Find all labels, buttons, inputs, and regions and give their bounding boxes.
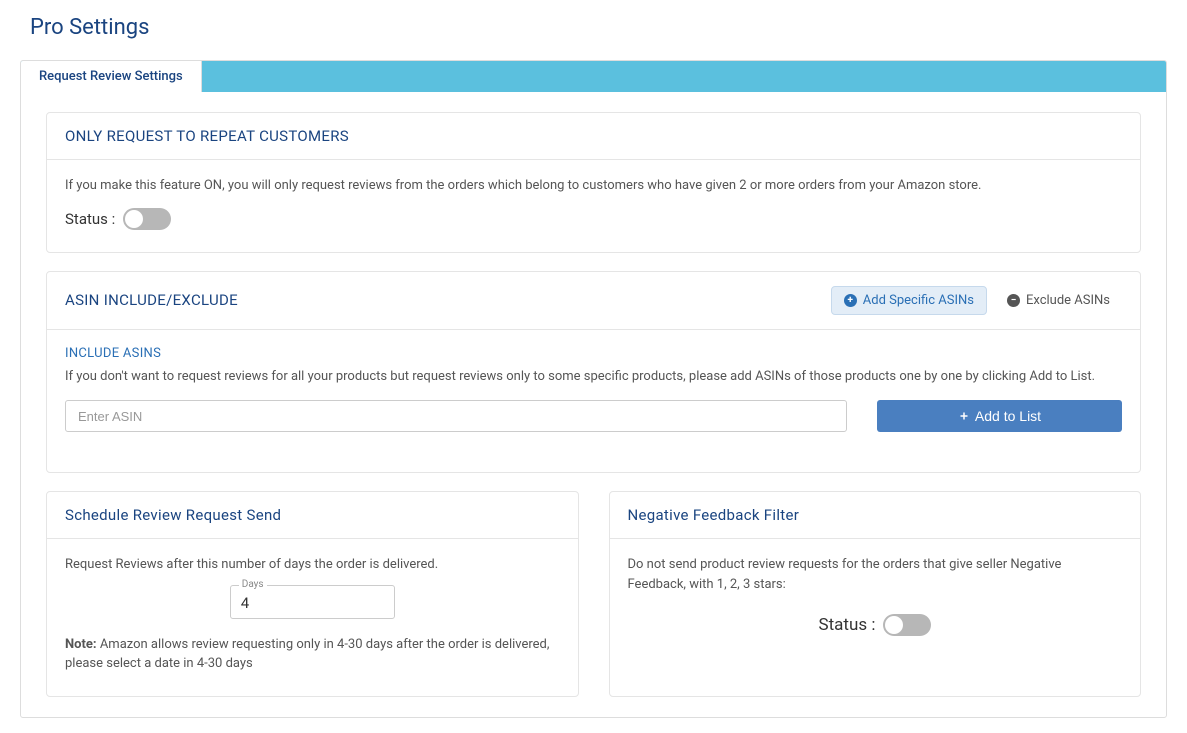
- plus-icon: [958, 410, 970, 422]
- card-body: If you make this feature ON, you will on…: [47, 160, 1140, 252]
- tab-bar: Request Review Settings: [21, 61, 1166, 92]
- schedule-note: Note: Amazon allows review requesting on…: [65, 635, 560, 674]
- negative-feedback-card: Negative Feedback Filter Do not send pro…: [609, 491, 1142, 697]
- tab-request-review[interactable]: Request Review Settings: [21, 61, 202, 92]
- asin-card: ASIN INCLUDE/EXCLUDE + Add Specific ASIN…: [46, 271, 1141, 474]
- page-title: Pro Settings: [20, 15, 1167, 40]
- card-header: Schedule Review Request Send: [47, 492, 578, 539]
- negative-description: Do not send product review requests for …: [628, 555, 1123, 594]
- status-label: Status :: [65, 210, 115, 228]
- asin-input[interactable]: [65, 400, 847, 432]
- include-asins-heading: INCLUDE ASINS: [65, 346, 1122, 361]
- repeat-customers-card: ONLY REQUEST TO REPEAT CUSTOMERS If you …: [46, 112, 1141, 253]
- negative-feedback-toggle[interactable]: [883, 614, 931, 636]
- note-prefix: Note:: [65, 637, 97, 652]
- repeat-customers-description: If you make this feature ON, you will on…: [65, 176, 1122, 196]
- repeat-customers-title: ONLY REQUEST TO REPEAT CUSTOMERS: [65, 127, 349, 145]
- status-row: Status :: [65, 208, 1122, 230]
- days-field-value: 4: [241, 590, 384, 612]
- negative-title: Negative Feedback Filter: [628, 506, 800, 524]
- negative-status-row: Status :: [628, 614, 1123, 636]
- exclude-asins-button[interactable]: − Exclude ASINs: [995, 287, 1122, 314]
- add-specific-asins-label: Add Specific ASINs: [863, 293, 974, 308]
- card-header: Negative Feedback Filter: [610, 492, 1141, 539]
- schedule-description: Request Reviews after this number of day…: [65, 555, 560, 575]
- add-specific-asins-button[interactable]: + Add Specific ASINs: [831, 286, 987, 315]
- card-body: INCLUDE ASINS If you don't want to reque…: [47, 330, 1140, 473]
- card-body: Request Reviews after this number of day…: [47, 539, 578, 696]
- plus-circle-icon: +: [844, 294, 857, 307]
- card-header: ASIN INCLUDE/EXCLUDE + Add Specific ASIN…: [47, 272, 1140, 330]
- add-to-list-button[interactable]: Add to List: [877, 400, 1122, 432]
- days-field[interactable]: Days 4: [230, 585, 395, 619]
- asin-toggle-group: + Add Specific ASINs − Exclude ASINs: [831, 286, 1122, 315]
- days-field-label: Days: [239, 579, 267, 590]
- schedule-card: Schedule Review Request Send Request Rev…: [46, 491, 579, 697]
- add-to-list-label: Add to List: [975, 408, 1041, 424]
- exclude-asins-label: Exclude ASINs: [1026, 293, 1110, 308]
- panel-content: ONLY REQUEST TO REPEAT CUSTOMERS If you …: [21, 92, 1166, 717]
- schedule-title: Schedule Review Request Send: [65, 506, 281, 524]
- repeat-customers-toggle[interactable]: [123, 208, 171, 230]
- main-panel: Request Review Settings ONLY REQUEST TO …: [20, 60, 1167, 718]
- asin-title: ASIN INCLUDE/EXCLUDE: [65, 291, 238, 309]
- card-body: Do not send product review requests for …: [610, 539, 1141, 658]
- note-body: Amazon allows review requesting only in …: [65, 637, 549, 672]
- status-label: Status :: [819, 615, 876, 635]
- two-col-row: Schedule Review Request Send Request Rev…: [46, 491, 1141, 697]
- include-asins-description: If you don't want to request reviews for…: [65, 367, 1122, 387]
- minus-circle-icon: −: [1007, 294, 1020, 307]
- card-header: ONLY REQUEST TO REPEAT CUSTOMERS: [47, 113, 1140, 160]
- asin-input-row: Add to List: [65, 400, 1122, 432]
